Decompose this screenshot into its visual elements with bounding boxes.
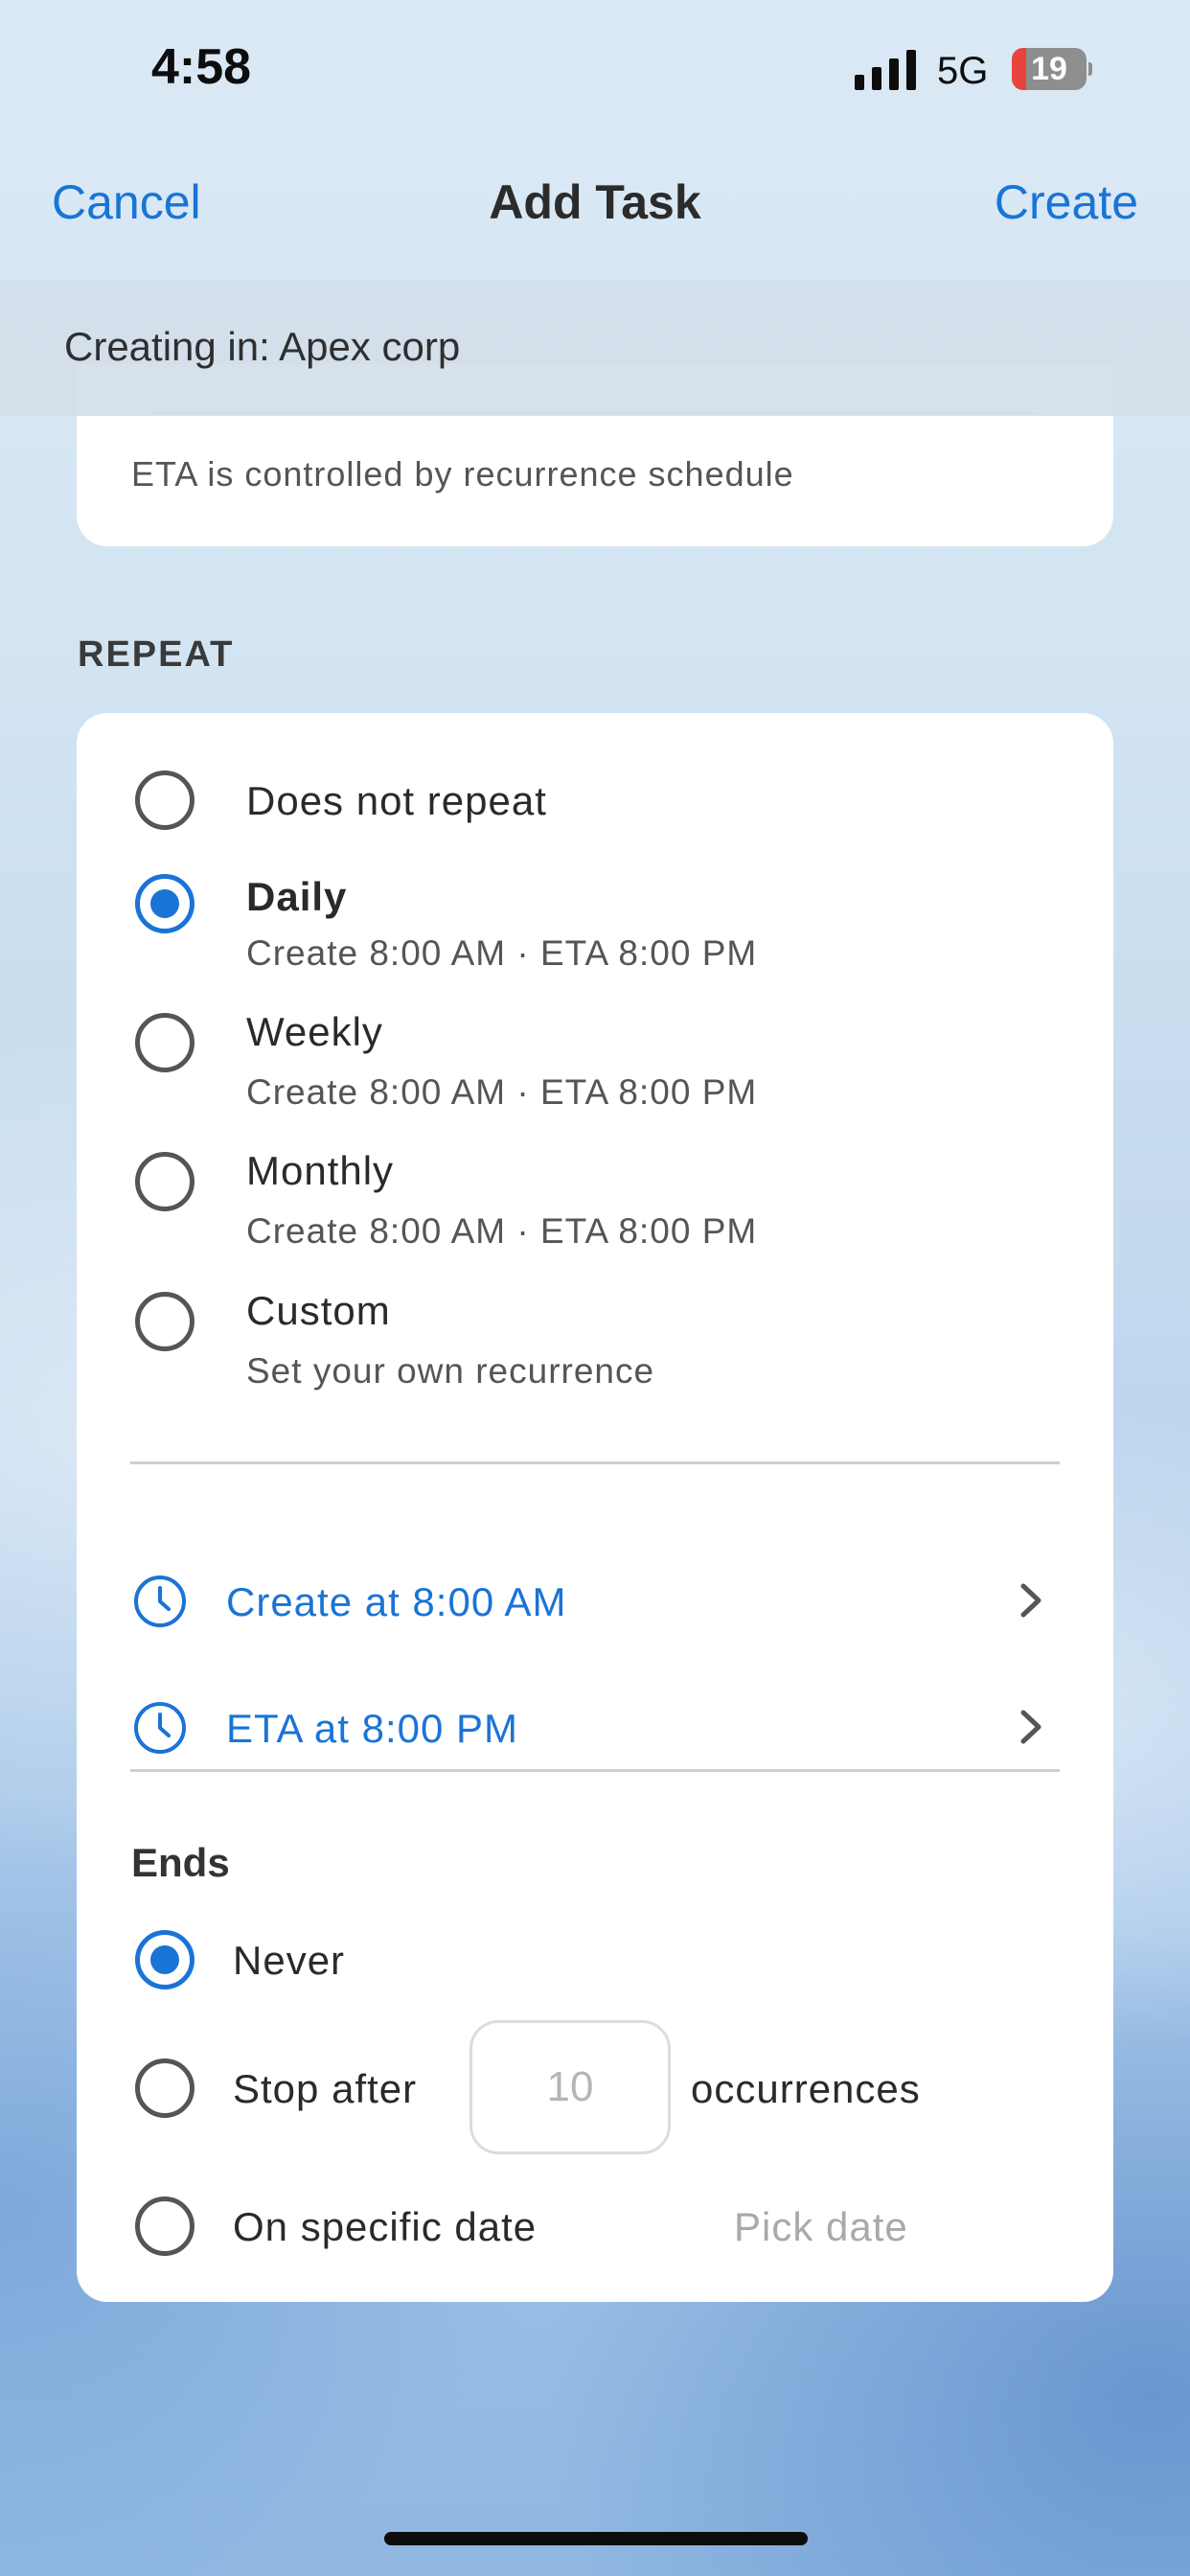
status-bar: 4:58 5G 19 [0,0,1190,144]
home-indicator[interactable] [384,2532,808,2545]
repeat-card: Does not repeat Daily Create 8:00 AM · E… [77,713,1113,2302]
ends-heading: Ends [131,1840,230,1885]
repeat-option-label: Does not repeat [246,778,547,823]
repeat-option-label: Custom [246,1288,391,1333]
radio-button[interactable] [135,2196,195,2256]
repeat-option-subtitle: Create 8:00 AM · ETA 8:00 PM [246,1211,758,1251]
status-time: 4:58 [151,39,252,95]
eta-time-label: ETA at 8:00 PM [226,1706,519,1751]
clock-icon [134,1576,186,1627]
repeat-option-label: Daily [246,874,348,919]
repeat-option-label: Monthly [246,1148,395,1193]
create-button[interactable]: Create [995,174,1138,230]
repeat-option-custom[interactable]: Custom Set your own recurrence [77,1288,1113,1397]
battery-level: 19 [1031,51,1067,87]
divider [130,1769,1060,1772]
repeat-option-subtitle: Create 8:00 AM · ETA 8:00 PM [246,933,758,973]
ends-option-label: Never [233,1938,346,1983]
workspace-context-bar: Creating in: Apex corp [0,280,1190,416]
create-time-label: Create at 8:00 AM [226,1579,567,1624]
repeat-option-does-not-repeat[interactable]: Does not repeat [77,770,1113,847]
radio-button[interactable] [135,2058,195,2118]
radio-button[interactable] [135,770,195,830]
navigation-bar: Cancel Add Task Create [0,144,1190,280]
ends-option-label: On specific date [233,2204,538,2249]
ends-option-never[interactable]: Never [77,1930,1113,1990]
ends-option-specific-date[interactable]: On specific date Pick date [77,2196,1113,2256]
radio-button-selected[interactable] [135,874,195,933]
cellular-signal-icon [855,50,916,90]
chevron-right-icon [1020,1583,1041,1618]
repeat-option-subtitle: Create 8:00 AM · ETA 8:00 PM [246,1072,758,1112]
eta-note: ETA is controlled by recurrence schedule [131,454,794,494]
repeat-option-weekly[interactable]: Weekly Create 8:00 AM · ETA 8:00 PM [77,1009,1113,1118]
pick-date-button[interactable]: Pick date [734,2204,908,2250]
repeat-section-heading: REPEAT [78,634,235,675]
radio-button[interactable] [135,1292,195,1351]
network-type: 5G [937,50,989,92]
ends-option-label: Stop after [233,2066,418,2111]
occurrences-input[interactable] [469,2020,671,2154]
radio-button[interactable] [135,1013,195,1072]
clock-icon [134,1702,186,1754]
workspace-context-text: Creating in: Apex corp [64,324,461,369]
chevron-right-icon [1020,1710,1041,1744]
repeat-option-daily[interactable]: Daily Create 8:00 AM · ETA 8:00 PM [77,874,1113,979]
repeat-option-monthly[interactable]: Monthly Create 8:00 AM · ETA 8:00 PM [77,1148,1113,1257]
occurrences-label: occurrences [691,2066,921,2111]
radio-button[interactable] [135,1152,195,1211]
repeat-option-label: Weekly [246,1009,383,1054]
create-time-row[interactable]: Create at 8:00 AM [77,1554,1113,1641]
eta-time-row[interactable]: ETA at 8:00 PM [77,1681,1113,1767]
divider [130,1461,1060,1464]
repeat-option-subtitle: Set your own recurrence [246,1351,655,1391]
battery-icon: 19 [1012,48,1092,90]
radio-button-selected[interactable] [135,1930,195,1990]
ends-option-stop-after[interactable]: Stop after occurrences [77,2020,1113,2154]
